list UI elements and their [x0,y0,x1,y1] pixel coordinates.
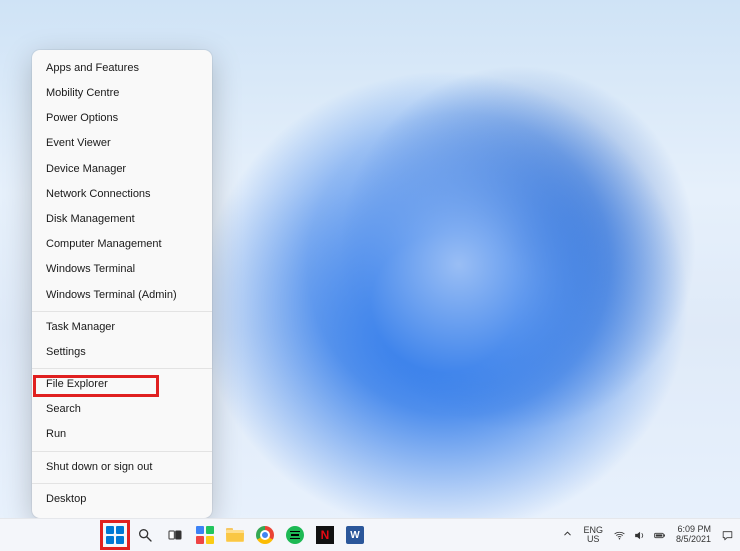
menu-item-file-explorer[interactable]: File Explorer [32,372,212,397]
system-tray: ENG US 6:09 PM 8/5/2021 [562,525,734,545]
language-bottom: US [583,535,603,544]
chevron-up-icon [562,528,573,539]
menu-item-desktop[interactable]: Desktop [32,487,212,512]
windows-logo-icon [106,526,124,544]
menu-item-computer-management[interactable]: Computer Management [32,232,212,257]
volume-icon [633,529,646,542]
spotify-button[interactable] [284,524,306,546]
winx-context-menu: Apps and Features Mobility Centre Power … [32,50,212,518]
desktop: Apps and Features Mobility Centre Power … [0,0,740,551]
notifications-button[interactable] [721,529,734,542]
clock-date: 8/5/2021 [676,535,711,545]
menu-separator [32,311,212,312]
menu-item-windows-terminal-admin[interactable]: Windows Terminal (Admin) [32,283,212,308]
menu-item-disk-management[interactable]: Disk Management [32,207,212,232]
word-button[interactable]: W [344,524,366,546]
battery-icon [653,529,666,542]
menu-item-settings[interactable]: Settings [32,340,212,365]
task-view-button[interactable] [164,524,186,546]
menu-item-shut-down-or-sign-out[interactable]: Shut down or sign out [32,455,212,480]
menu-item-windows-terminal[interactable]: Windows Terminal [32,257,212,282]
clock[interactable]: 6:09 PM 8/5/2021 [676,525,711,545]
widgets-button[interactable] [194,524,216,546]
chat-bubble-icon [721,529,734,542]
netflix-button[interactable]: N [314,524,336,546]
netflix-icon: N [316,526,334,544]
menu-separator [32,483,212,484]
chrome-button[interactable] [254,524,276,546]
wifi-icon [613,529,626,542]
menu-separator [32,368,212,369]
menu-item-network-connections[interactable]: Network Connections [32,182,212,207]
task-view-icon [167,527,183,543]
menu-item-task-manager[interactable]: Task Manager [32,315,212,340]
tray-overflow-button[interactable] [562,528,573,542]
menu-separator [32,451,212,452]
menu-item-run[interactable]: Run [32,422,212,447]
widgets-icon [196,526,214,544]
menu-item-device-manager[interactable]: Device Manager [32,157,212,182]
language-indicator[interactable]: ENG US [583,526,603,544]
taskbar-pinned-apps: N W [104,524,366,546]
taskbar: N W ENG US [0,518,740,551]
tray-status-icons[interactable] [613,529,666,542]
search-icon [137,527,153,543]
menu-item-event-viewer[interactable]: Event Viewer [32,131,212,156]
chrome-icon [256,526,274,544]
folder-icon [226,528,244,542]
menu-item-apps-and-features[interactable]: Apps and Features [32,56,212,81]
search-button[interactable] [134,524,156,546]
file-explorer-button[interactable] [224,524,246,546]
menu-item-power-options[interactable]: Power Options [32,106,212,131]
menu-item-search[interactable]: Search [32,397,212,422]
spotify-icon [286,526,304,544]
start-button[interactable] [104,524,126,546]
word-icon: W [346,526,364,544]
menu-item-mobility-centre[interactable]: Mobility Centre [32,81,212,106]
